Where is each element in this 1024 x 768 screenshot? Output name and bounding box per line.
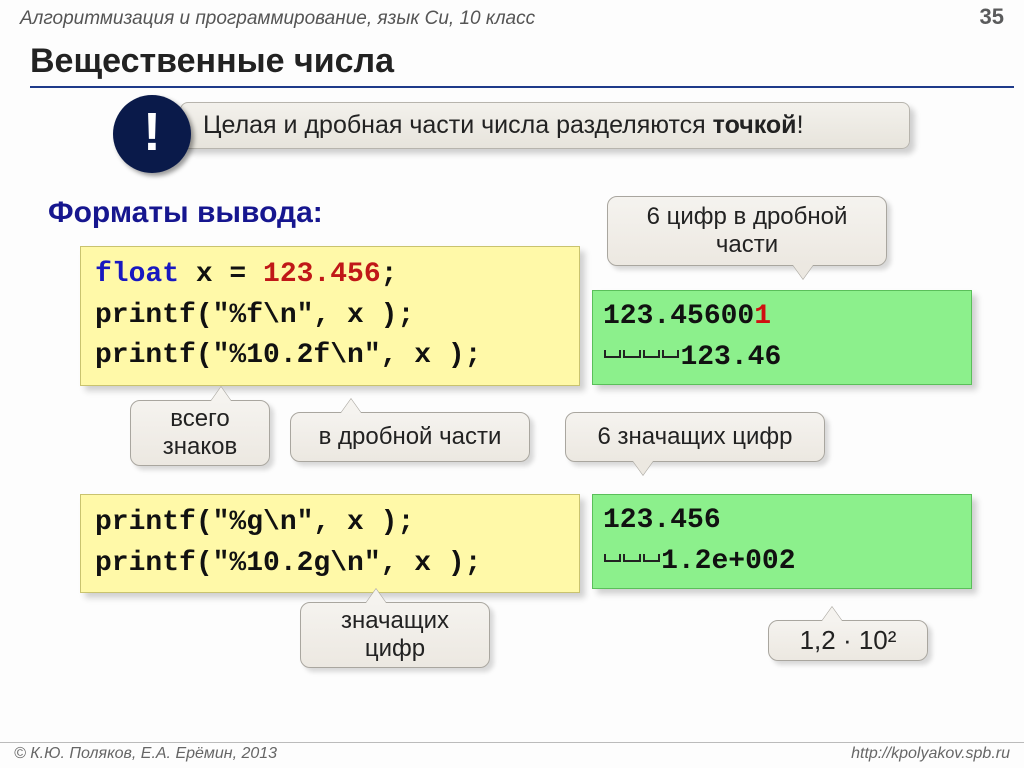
title-rule — [30, 86, 1014, 88]
callout-text: 6 значащих цифр — [597, 423, 792, 450]
output-block-2: 123.456 1.2e+002 — [592, 494, 972, 589]
footer-right: http://kpolyakov.spb.ru — [851, 745, 1010, 763]
exclamation-icon: ! — [113, 95, 191, 173]
slide-header: Алгоритмизация и программирование, язык … — [0, 0, 1024, 30]
callout-six-frac: 6 цифр в дробной части — [607, 196, 887, 266]
callout-text: 1,2 · 10² — [800, 625, 897, 655]
callout-text: 6 цифр в дробной части — [647, 203, 848, 258]
callout-in-frac: в дробной части — [290, 412, 530, 462]
code-block-1: float x = 123.456; printf("%f\n", x ); p… — [80, 246, 580, 386]
code-block-2: printf("%g\n", x ); printf("%10.2g\n", x… — [80, 494, 580, 593]
callout-text: в дробной части — [319, 423, 502, 450]
callout-sci: 1,2 · 10² — [768, 620, 928, 661]
note-after: ! — [797, 111, 804, 139]
code-line: printf("%g\n", x ); — [95, 503, 565, 544]
callout-text: всего знаков — [163, 405, 237, 460]
output-block-1: 123.456001 123.46 — [592, 290, 972, 385]
page-title: Вещественные числа — [30, 42, 394, 81]
note-bold: точкой — [713, 111, 797, 139]
callout-total: всего знаков — [130, 400, 270, 466]
code-line: printf("%10.2g\n", x ); — [95, 544, 565, 585]
output-line: 123.456 — [603, 501, 961, 542]
callout-sig-digits: значащих цифр — [300, 602, 490, 668]
output-line: 123.46 — [603, 338, 961, 379]
footer-left: © К.Ю. Поляков, Е.А. Ерёмин, 2013 — [14, 745, 277, 763]
note-text: Целая и дробная части числа разделяются — [203, 111, 713, 139]
output-line: 123.456001 — [603, 297, 961, 338]
output-line: 1.2e+002 — [603, 542, 961, 583]
slide-footer: © К.Ю. Поляков, Е.А. Ерёмин, 2013 http:/… — [0, 742, 1024, 768]
code-line: printf("%10.2f\n", x ); — [95, 336, 565, 377]
num-literal: 123.456 — [263, 259, 381, 290]
highlight-digit: 1 — [754, 301, 771, 332]
breadcrumb: Алгоритмизация и программирование, язык … — [20, 8, 535, 30]
section-label: Форматы вывода: — [48, 196, 323, 230]
callout-six-sig: 6 значащих цифр — [565, 412, 825, 462]
code-line: printf("%f\n", x ); — [95, 296, 565, 337]
code-line: float x = 123.456; — [95, 255, 565, 296]
callout-text: значащих цифр — [341, 607, 449, 662]
page-number: 35 — [980, 4, 1004, 30]
note-box: ! Целая и дробная части числа разделяютс… — [180, 102, 910, 149]
kw-float: float — [95, 259, 179, 290]
